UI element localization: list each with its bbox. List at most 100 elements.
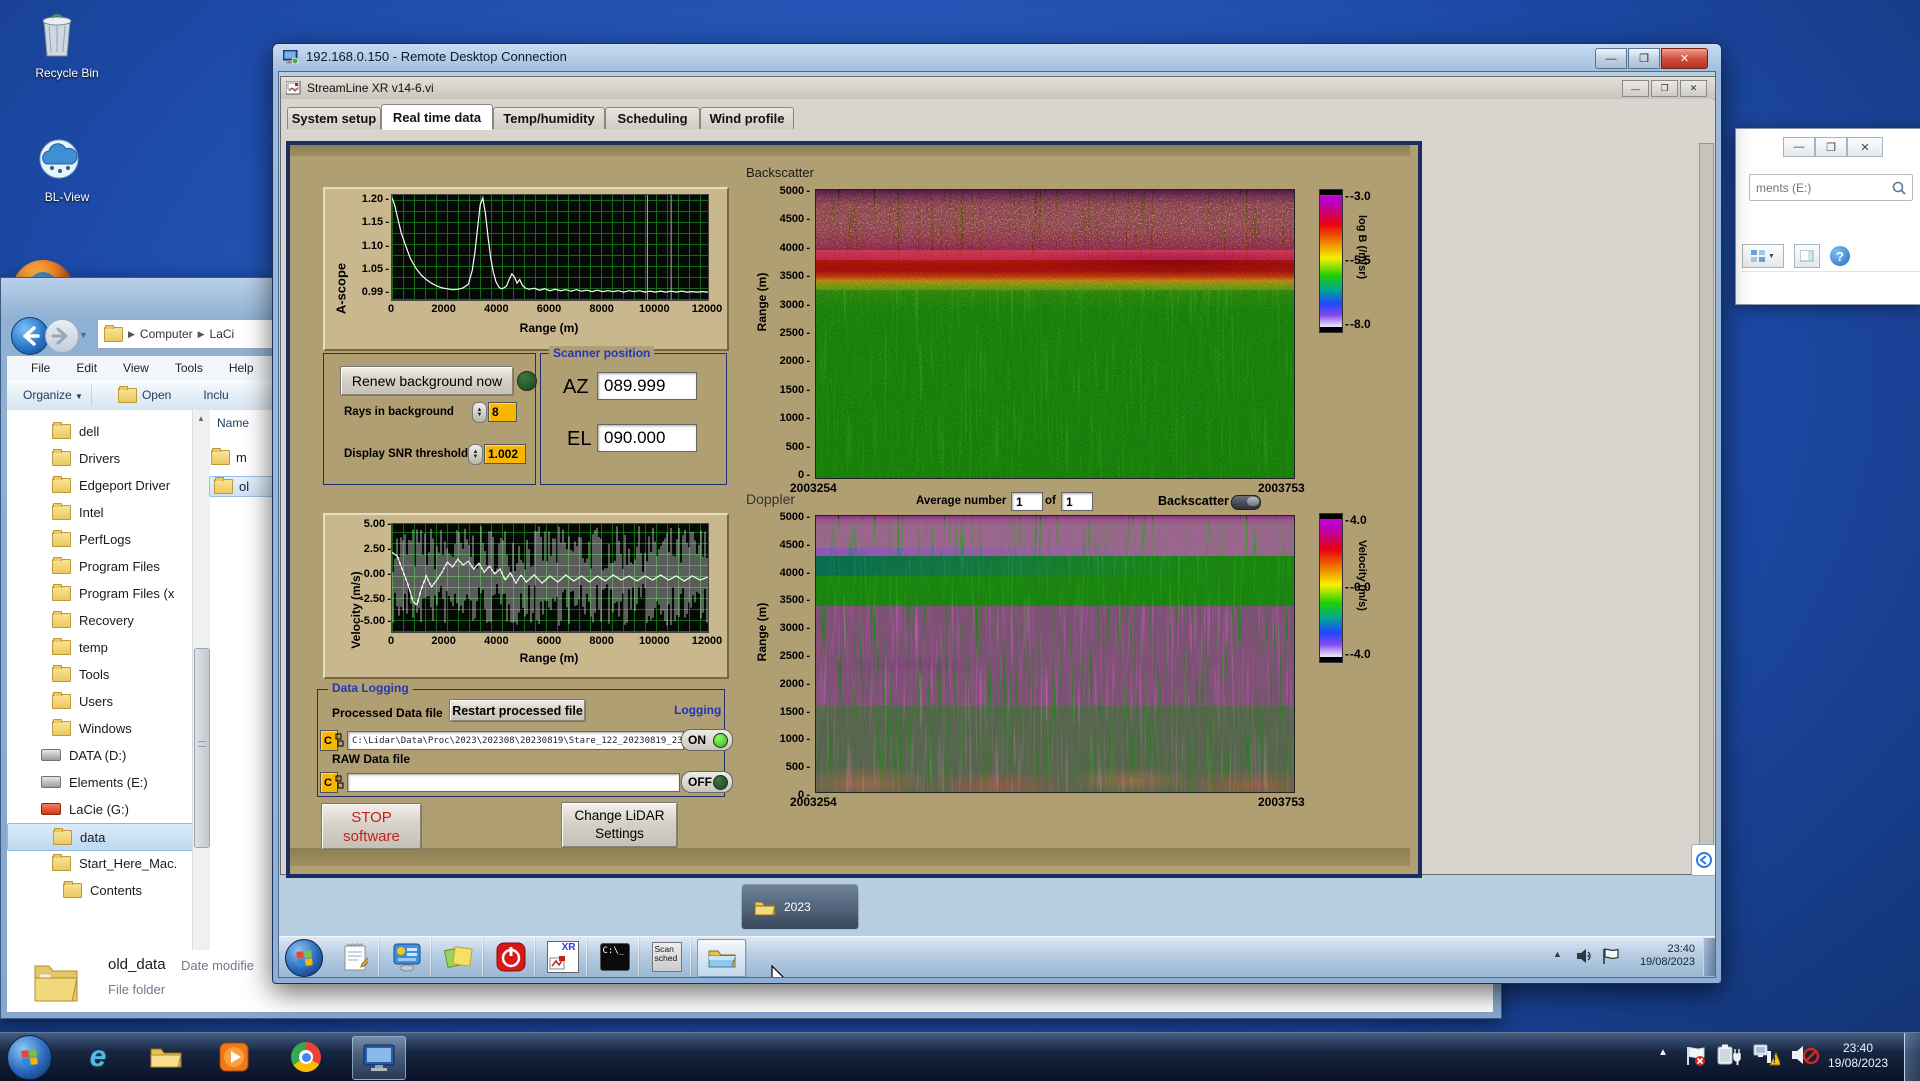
tab-wind-profile[interactable]: Wind profile [700, 107, 794, 129]
taskbar-rdp-icon[interactable] [352, 1036, 406, 1080]
tab-scheduling[interactable]: Scheduling [605, 107, 700, 129]
taskbar-notepad-icon[interactable] [331, 939, 379, 975]
remote-show-desktop-button[interactable] [1703, 938, 1715, 976]
maximize-button[interactable]: ❐ [1628, 48, 1660, 69]
breadcrumb-drive[interactable]: LaCi [210, 327, 235, 341]
rdp-titlebar[interactable]: 192.168.0.150 - Remote Desktop Connectio… [283, 49, 567, 64]
menu-item-file[interactable]: File [31, 361, 50, 375]
tree-item-temp[interactable]: temp [7, 634, 192, 660]
backscatter-toggle-switch[interactable] [1231, 495, 1261, 510]
side-panel-arrow-icon[interactable] [1691, 844, 1715, 876]
tree-item-intel[interactable]: Intel [7, 499, 192, 525]
selected-file-name[interactable]: old_data [108, 956, 166, 973]
logging-off-button[interactable]: OFF [681, 771, 733, 793]
tray-action-center-icon[interactable] [1684, 1045, 1706, 1072]
menu-item-view[interactable]: View [123, 361, 149, 375]
include-button[interactable]: Inclu [203, 388, 228, 402]
remote-start-button[interactable] [285, 939, 323, 977]
snr-value-field[interactable]: 1.002 [484, 444, 526, 464]
tree-item-program-files-x[interactable]: Program Files (x [7, 580, 192, 606]
taskbar-explorer-icon[interactable] [140, 1036, 192, 1078]
tab-system-setup[interactable]: System setup [287, 107, 381, 129]
taskbar-system-config-icon[interactable] [383, 939, 431, 975]
back-button[interactable] [11, 317, 49, 355]
tree-item-drivers[interactable]: Drivers [7, 445, 192, 471]
preview-pane-button[interactable] [1794, 244, 1820, 268]
taskbar-sticky-notes-icon[interactable] [435, 939, 483, 975]
list-item[interactable]: m [211, 448, 247, 465]
menu-item-help[interactable]: Help [229, 361, 254, 375]
show-desktop-button[interactable] [1904, 1033, 1920, 1081]
minimize-button[interactable]: — [1622, 80, 1649, 97]
tree-item-recovery[interactable]: Recovery [7, 607, 192, 633]
breadcrumb[interactable]: ▶ Computer ▶ LaCi [97, 319, 287, 349]
tray-expand-icon[interactable]: ▲ [1553, 949, 1562, 959]
taskbar-shutdown-icon[interactable] [487, 939, 535, 975]
tree-item-data-d-[interactable]: DATA (D:) [7, 742, 192, 768]
tree-item-edgeport-driver[interactable]: Edgeport Driver [7, 472, 192, 498]
processed-path-field[interactable]: C:\Lidar\Data\Proc\2023\202308\20230819\… [347, 731, 684, 750]
tab-real-time-data[interactable]: Real time data [381, 104, 493, 130]
forward-button[interactable] [45, 319, 79, 353]
scroll-up-icon[interactable]: ▲ [197, 414, 205, 423]
nav-dropdown-icon[interactable]: ▼ [79, 330, 88, 340]
tree-item-start-here-mac-[interactable]: Start_Here_Mac. [7, 850, 192, 876]
close-button[interactable]: ✕ [1847, 137, 1883, 157]
change-view-button[interactable]: ▼ [1742, 244, 1784, 268]
menu-item-tools[interactable]: Tools [175, 361, 203, 375]
remote-clock[interactable]: 23:40 19/08/2023 [1619, 943, 1695, 969]
tree-item-elements-e-[interactable]: Elements (E:) [7, 769, 192, 795]
tray-battery-icon[interactable] [1716, 1043, 1742, 1072]
tree-item-tools[interactable]: Tools [7, 661, 192, 687]
logging-on-button[interactable]: ON [681, 729, 733, 751]
organize-button[interactable]: Organize ▼ [23, 388, 83, 402]
stop-software-button[interactable]: STOP software [321, 803, 422, 850]
average-number-field-2[interactable]: 1 [1061, 492, 1093, 511]
folder-2023-taskbar-button[interactable]: 2023 [741, 884, 859, 930]
minimize-button[interactable]: — [1595, 48, 1627, 69]
maximize-button[interactable]: ❐ [1815, 137, 1847, 157]
close-button[interactable]: ✕ [1680, 80, 1707, 97]
tab-temp-humidity[interactable]: Temp/humidity [493, 107, 605, 129]
breadcrumb-computer[interactable]: Computer [140, 327, 193, 341]
rays-stepper[interactable]: ▲ ▼ [472, 402, 487, 423]
tree-item-lacie-g-[interactable]: LaCie (G:) [7, 796, 192, 822]
tree-item-users[interactable]: Users [7, 688, 192, 714]
close-button[interactable]: ✕ [1661, 48, 1708, 69]
taskbar-media-player-icon[interactable] [208, 1036, 260, 1078]
start-button[interactable] [7, 1035, 52, 1080]
renew-background-button[interactable]: Renew background now [340, 366, 514, 396]
tree-item-program-files[interactable]: Program Files [7, 553, 192, 579]
change-lidar-settings-button[interactable]: Change LiDAR Settings [561, 802, 678, 848]
taskbar-scan-sched-icon[interactable]: Scan sched [643, 939, 691, 975]
tree-item-dell[interactable]: dell [7, 418, 192, 444]
tray-expand-icon[interactable]: ▲ [1658, 1047, 1668, 1058]
menu-item-edit[interactable]: Edit [76, 361, 97, 375]
tray-action-center-icon[interactable] [1601, 947, 1621, 970]
raw-path-field[interactable] [347, 773, 680, 792]
rays-value-field[interactable]: 8 [488, 402, 517, 422]
minimize-button[interactable]: — [1783, 137, 1815, 157]
taskbar-explorer-icon[interactable] [697, 939, 746, 977]
tree-item-windows[interactable]: Windows [7, 715, 192, 741]
column-header-name[interactable]: Name [217, 416, 249, 430]
average-number-field-1[interactable]: 1 [1011, 492, 1043, 511]
tree-item-contents[interactable]: Contents [7, 877, 192, 903]
labview-titlebar[interactable]: StreamLine XR v14-6.vi — ❐ ✕ [281, 77, 1715, 100]
search-input[interactable]: ments (E:) [1749, 174, 1913, 201]
old-data-folder-icon[interactable] [33, 954, 79, 1006]
vi-scrollbar[interactable] [1699, 143, 1714, 869]
restart-processed-file-button[interactable]: Restart processed file [449, 699, 586, 722]
az-value-field[interactable]: 089.999 [597, 372, 697, 400]
open-button[interactable]: Open [142, 388, 171, 402]
scrollbar-thumb[interactable] [194, 648, 210, 848]
el-value-field[interactable]: 090.000 [597, 424, 697, 452]
taskbar-streamline-xr-icon[interactable]: XR [539, 939, 587, 975]
taskbar-internet-explorer-icon[interactable]: e [72, 1036, 124, 1078]
snr-stepper[interactable]: ▲ ▼ [468, 444, 483, 465]
tree-scrollbar[interactable]: ▲ [192, 410, 210, 956]
tray-volume-icon[interactable] [1575, 947, 1593, 970]
tree-item-data[interactable]: data [7, 823, 192, 851]
tray-network-icon[interactable]: ! [1752, 1043, 1782, 1072]
help-icon[interactable]: ? [1830, 246, 1850, 266]
